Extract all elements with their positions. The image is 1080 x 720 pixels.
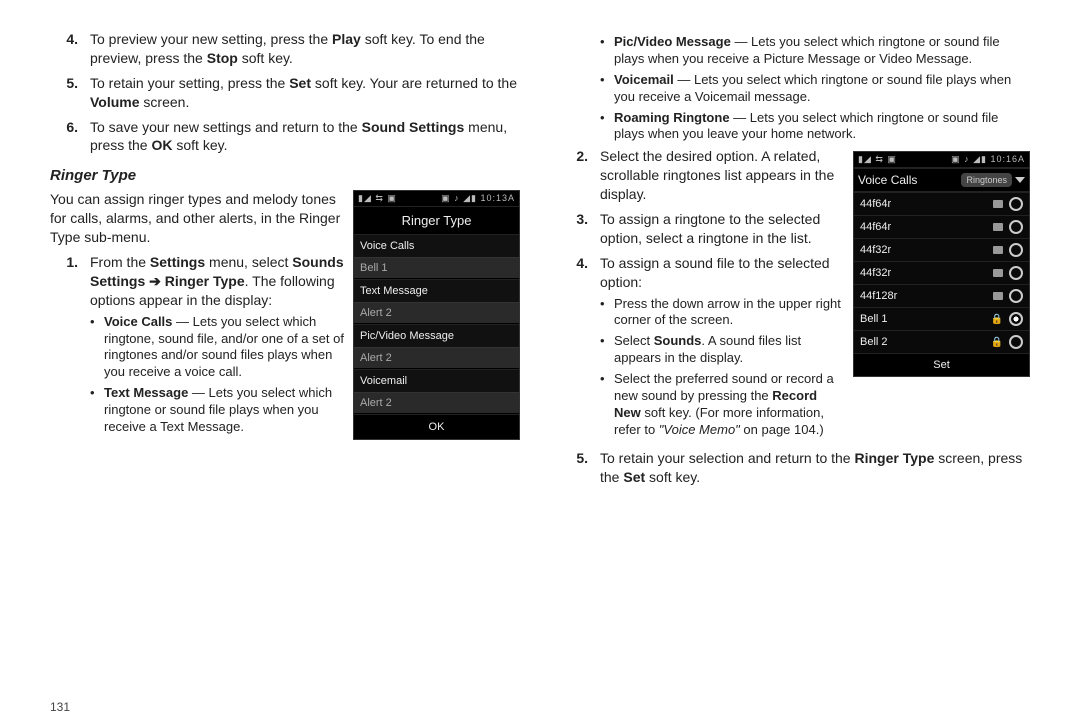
lock-icon: 🔒 [991, 314, 1003, 325]
file-badge-icon [993, 292, 1003, 300]
lock-icon: 🔒 [991, 337, 1003, 348]
file-badge-icon [993, 246, 1003, 254]
left-top-steps: 4.To preview your new setting, press the… [50, 30, 520, 155]
step-text: To preview your new setting, press the P… [90, 30, 520, 68]
phone-row-value: Alert 2 [354, 302, 519, 324]
bullet-item: Pic/Video Message — Lets you select whic… [600, 34, 1030, 68]
step-number: 3. [560, 210, 600, 248]
ringtone-name: 44f64r [860, 221, 891, 233]
ringtone-row: 44f64r [854, 192, 1029, 215]
step-number: 2. [560, 147, 600, 204]
status-left: ▮◢ ⇆ ▣ [858, 154, 897, 165]
bullet-item: Text Message — Lets you select which rin… [90, 385, 345, 436]
phone-row-label: Pic/Video Message [354, 324, 519, 347]
radio-icon [1009, 220, 1023, 234]
step-text: To save your new settings and return to … [90, 118, 520, 156]
step-number: 5. [50, 74, 90, 112]
ringtone-row: 44f32r [854, 238, 1029, 261]
right-top-bullets: Pic/Video Message — Lets you select whic… [600, 34, 1030, 143]
bullet-item: Select the preferred sound or record a n… [600, 371, 845, 439]
ringtone-name: 44f32r [860, 267, 891, 279]
step-text: To assign a ringtone to the selected opt… [600, 210, 845, 248]
status-right: ▣ ♪ ◢▮ 10:13A [441, 193, 515, 204]
phone1-ok: OK [354, 414, 519, 439]
ringtone-row: Bell 2 🔒 [854, 330, 1029, 353]
phone-row-label: Text Message [354, 279, 519, 302]
bullet-item: Press the down arrow in the upper right … [600, 296, 845, 330]
ringtone-name: 44f64r [860, 198, 891, 210]
radio-icon [1009, 312, 1023, 326]
step-number: 4. [560, 254, 600, 443]
step-text: To retain your setting, press the Set so… [90, 74, 520, 112]
file-badge-icon [993, 223, 1003, 231]
ringtone-row: 44f128r [854, 284, 1029, 307]
dropdown-arrow-icon [1015, 177, 1025, 183]
step-number: 5. [560, 449, 600, 487]
status-left: ▮◢ ⇆ ▣ [358, 193, 397, 204]
bullet-item: Roaming Ringtone — Lets you select which… [600, 110, 1030, 144]
file-badge-icon [993, 269, 1003, 277]
step1-bullets: Voice Calls — Lets you select which ring… [90, 314, 345, 436]
phone-row-value: Alert 2 [354, 392, 519, 414]
phone-row-value: Alert 2 [354, 347, 519, 369]
step1-lead: From the Settings menu, select Sounds Se… [90, 254, 344, 308]
bullet-item: Select Sounds. A sound files list appear… [600, 333, 845, 367]
step-text: To retain your selection and return to t… [600, 449, 1030, 487]
bullet-item: Voice Calls — Lets you select which ring… [90, 314, 345, 382]
file-badge-icon [993, 200, 1003, 208]
page-number: 131 [50, 700, 70, 714]
phone-screenshot-voice-calls: ▮◢ ⇆ ▣ ▣ ♪ ◢▮ 10:16A Voice Calls Rington… [853, 151, 1030, 377]
step-text: Select the desired option. A related, sc… [600, 147, 845, 204]
radio-icon [1009, 289, 1023, 303]
phone1-title: Ringer Type [354, 207, 519, 234]
step-number: 1. [50, 253, 90, 440]
phone-screenshot-ringer-type: ▮◢ ⇆ ▣ ▣ ♪ ◢▮ 10:13A Ringer Type Voice C… [353, 190, 520, 440]
ringtone-row: 44f64r [854, 215, 1029, 238]
vc-label: Voice Calls [858, 173, 917, 187]
ringtone-row: Bell 1 🔒 [854, 307, 1029, 330]
section-head-ringer-type: Ringer Type [50, 167, 520, 184]
ringtones-pill: Ringtones [961, 173, 1012, 187]
ringtone-name: Bell 2 [860, 336, 888, 348]
phone2-set: Set [854, 353, 1029, 376]
ringtone-name: 44f128r [860, 290, 897, 302]
phone-row-value: Bell 1 [354, 257, 519, 279]
phone-row-label: Voicemail [354, 369, 519, 392]
bullet-item: Voicemail — Lets you select which ringto… [600, 72, 1030, 106]
radio-icon [1009, 335, 1023, 349]
radio-icon [1009, 266, 1023, 280]
step-text: To assign a sound file to the selected o… [600, 254, 845, 443]
step-number: 4. [50, 30, 90, 68]
step-number: 6. [50, 118, 90, 156]
radio-icon [1009, 197, 1023, 211]
ringtone-name: 44f32r [860, 244, 891, 256]
ringtone-name: Bell 1 [860, 313, 888, 325]
radio-icon [1009, 243, 1023, 257]
status-right: ▣ ♪ ◢▮ 10:16A [951, 154, 1025, 165]
phone-row-label: Voice Calls [354, 234, 519, 257]
ringtone-row: 44f32r [854, 261, 1029, 284]
